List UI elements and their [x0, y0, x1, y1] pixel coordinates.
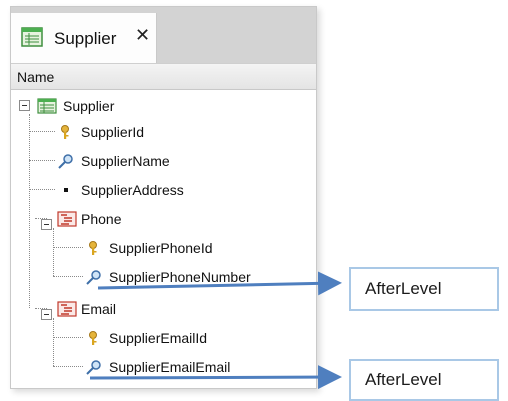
key-icon	[57, 124, 75, 140]
callout-after-level-email: AfterLevel	[349, 359, 499, 401]
tree-node-label: Phone	[81, 211, 122, 227]
tab-strip: Supplier ✕	[11, 7, 316, 64]
tree-connector	[29, 189, 55, 190]
callout-label: AfterLevel	[365, 370, 442, 389]
level-icon	[57, 211, 77, 227]
transaction-table-icon	[37, 98, 57, 114]
callout-after-level-phone: AfterLevel	[349, 267, 499, 311]
transaction-table-icon	[21, 27, 43, 52]
structure-tree: Supplier SupplierId SupplierName Supplie…	[11, 90, 316, 388]
tab-supplier[interactable]: Supplier ✕	[11, 13, 157, 63]
key-icon	[85, 240, 103, 256]
column-header-name[interactable]: Name	[11, 64, 316, 90]
tree-connector	[29, 131, 55, 132]
tree-connector	[53, 276, 83, 277]
tree-connector	[29, 114, 30, 308]
tree-node-label: SupplierEmailEmail	[109, 359, 231, 375]
tree-node-label: Supplier	[63, 98, 115, 114]
tree-node-label: SupplierAddress	[81, 182, 184, 198]
magnifier-icon	[57, 153, 75, 169]
bullet-icon	[57, 182, 75, 198]
structure-panel: Supplier ✕ Name Supplier SupplierId Supp…	[10, 6, 317, 389]
tree-node-label: SupplierName	[81, 153, 170, 169]
collapse-toggle-phone[interactable]	[41, 219, 52, 230]
tree-node-label: Email	[81, 301, 117, 317]
collapse-toggle-supplier[interactable]	[19, 100, 30, 111]
tree-connector	[53, 247, 83, 248]
callout-label: AfterLevel	[365, 279, 442, 298]
tree-connector	[53, 337, 83, 338]
level-icon	[57, 301, 77, 317]
tree-connector	[53, 318, 54, 366]
close-icon[interactable]: ✕	[135, 26, 150, 44]
tree-connector	[53, 366, 83, 367]
tree-connector	[29, 160, 55, 161]
magnifier-icon	[85, 359, 103, 375]
tree-connector	[53, 228, 54, 276]
tree-node-label: SupplierEmailId	[109, 330, 208, 346]
tree-node-label: SupplierPhoneNumber	[109, 269, 251, 285]
magnifier-icon	[85, 269, 103, 285]
collapse-toggle-email[interactable]	[41, 309, 52, 320]
tree-node-label: SupplierId	[81, 124, 145, 140]
tab-label: Supplier	[54, 29, 117, 48]
column-header-label: Name	[17, 69, 55, 85]
tree-node-label: SupplierPhoneId	[109, 240, 213, 256]
key-icon	[85, 330, 103, 346]
